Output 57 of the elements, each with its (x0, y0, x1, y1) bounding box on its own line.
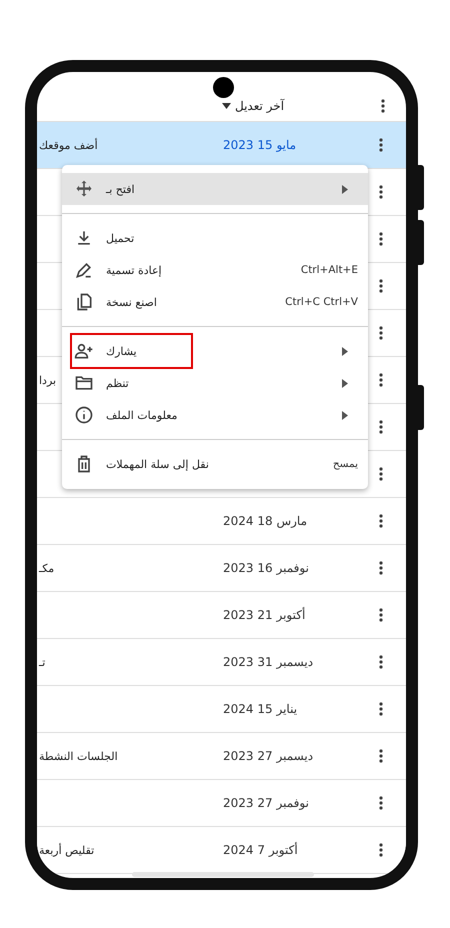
caret-icon (222, 103, 231, 109)
more-icon[interactable] (379, 373, 383, 387)
more-icon[interactable] (379, 796, 383, 810)
more-icon[interactable] (379, 514, 383, 528)
menu-label: تنظم (106, 376, 129, 390)
menu-label: إعادة تسمية (106, 264, 162, 276)
menu-item[interactable]: افتح بـ (62, 173, 368, 205)
file-row[interactable]: أضف موقعك مايو 15 2023 (37, 122, 406, 169)
modified-date: نوفمبر 27 2023 (223, 796, 310, 810)
more-icon[interactable] (379, 420, 383, 434)
sort-label: آخر تعديل (235, 99, 284, 113)
menu-label: نقل إلى سلة المهملات (106, 458, 209, 470)
file-name: بردا (39, 374, 56, 386)
file-name: تقليص أربعة (39, 844, 94, 856)
more-icon[interactable] (379, 749, 383, 763)
info-icon (74, 405, 94, 425)
menu-label: يشارك (106, 344, 137, 358)
more-icon[interactable] (381, 99, 385, 113)
menu-item[interactable]: تنظم (62, 367, 368, 399)
pencil-icon (74, 260, 94, 280)
menu-item[interactable]: يشارك (62, 335, 368, 367)
menu-label: معلومات الملف (106, 408, 178, 422)
modified-date: مارس 18 2024 (223, 514, 308, 528)
modified-date: أكتوبر 21 2023 (223, 608, 306, 622)
more-icon[interactable] (379, 279, 383, 293)
menu-label: تحميل (106, 232, 134, 244)
modified-date: ديسمبر 31 2023 (223, 655, 314, 669)
menu-item[interactable]: نقل إلى سلة المهملات يمسح (62, 448, 368, 480)
more-icon[interactable] (379, 138, 383, 152)
shortcut-text: يمسح (332, 458, 358, 470)
shortcut-text: Ctrl+C Ctrl+V (285, 296, 358, 308)
more-icon[interactable] (379, 608, 383, 622)
modified-date: ديسمبر 27 2023 (223, 749, 314, 763)
file-name: مكـ (39, 562, 54, 574)
more-icon[interactable] (379, 185, 383, 199)
more-icon[interactable] (379, 843, 383, 857)
menu-item[interactable]: معلومات الملف (62, 399, 368, 431)
file-name: الجلسات النشطة (39, 750, 118, 762)
sort-button[interactable]: آخر تعديل (222, 99, 284, 113)
modified-date: نوفمبر 16 2023 (223, 561, 310, 575)
more-icon[interactable] (379, 702, 383, 716)
modified-date: أكتوبر 7 2024 (223, 843, 299, 857)
file-name: أضف موقعك (39, 138, 98, 152)
modified-date: مايو 15 2023 (223, 138, 298, 152)
more-icon[interactable] (379, 655, 383, 669)
shortcut-text: Ctrl+Alt+E (300, 264, 358, 276)
menu-label: اصنع نسخة (106, 296, 157, 308)
menu-item[interactable]: تحميل (62, 222, 368, 254)
more-icon[interactable] (379, 467, 383, 481)
menu-label: افتح بـ (106, 182, 135, 196)
more-icon[interactable] (379, 326, 383, 340)
more-icon[interactable] (379, 232, 383, 246)
file-name: تـ (39, 656, 46, 668)
more-icon[interactable] (379, 561, 383, 575)
modified-date: يناير 15 2024 (223, 702, 298, 716)
move-icon (74, 179, 94, 199)
person-add-icon (74, 341, 94, 361)
